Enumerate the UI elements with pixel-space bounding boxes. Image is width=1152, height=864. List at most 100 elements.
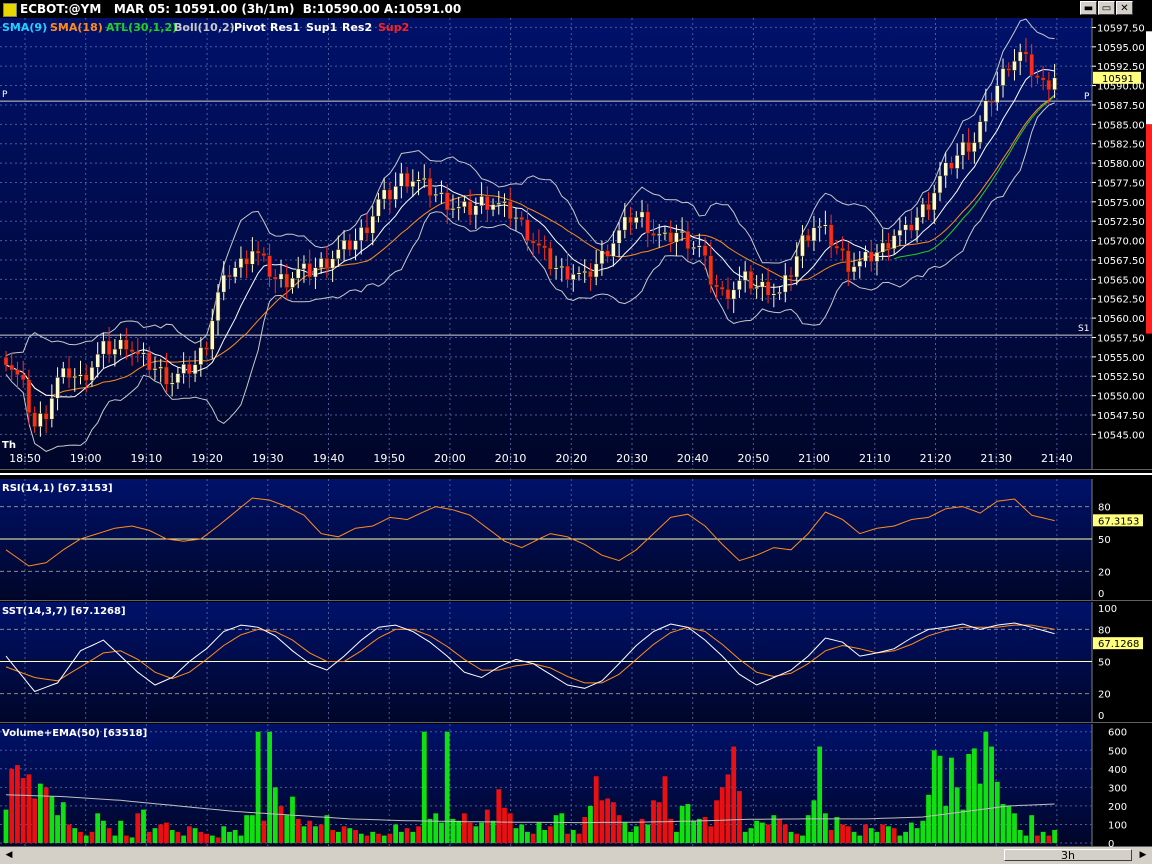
volume-bar [381, 835, 387, 843]
price-y-tick: 10592.50 [1097, 62, 1145, 73]
candle-body [536, 243, 542, 246]
candle-body [95, 353, 100, 368]
sst-legend: SST(14,3,7) [67.1268] [2, 606, 126, 617]
candle-body [754, 286, 759, 289]
price-x-tick: 21:10 [859, 452, 891, 465]
candle-body [364, 227, 370, 234]
candle-body [393, 186, 398, 200]
scroll-thumb[interactable]: 3h [1004, 849, 1132, 861]
volume-bar [456, 820, 462, 843]
candle-body [530, 240, 536, 244]
candle-body [622, 216, 628, 231]
volume-bar [588, 805, 593, 843]
volume-bar [410, 831, 416, 843]
candle-body [353, 240, 358, 251]
volume-bar [89, 831, 95, 843]
vol-y-tick: 200 [1108, 802, 1127, 813]
volume-bar [513, 828, 519, 843]
s1-label: S1 [1078, 324, 1089, 334]
volume-bar [559, 813, 565, 843]
volume-bar [507, 813, 513, 843]
volume-bar [78, 831, 83, 843]
candle-body [771, 293, 777, 296]
candle-body [857, 260, 863, 267]
candle-body [330, 258, 335, 269]
candle-body [731, 289, 736, 300]
candle-body [679, 231, 685, 234]
candle-body [880, 242, 885, 253]
candle-body [674, 232, 679, 243]
candle-body [479, 196, 484, 206]
rsi-y-tick: 80 [1098, 503, 1111, 514]
volume-bar [307, 820, 313, 843]
volume-bar [645, 824, 651, 843]
volume-bar [616, 815, 622, 843]
scroll-right-arrow-icon[interactable]: ▶ [1136, 849, 1150, 861]
volume-bar [536, 822, 542, 843]
candle-body [490, 204, 496, 211]
volume-bar [335, 831, 341, 843]
volume-bar [931, 750, 937, 843]
volume-bar [267, 731, 272, 843]
horizontal-scrollbar[interactable]: ◀ 3h ▶ [0, 847, 1152, 864]
minimize-button[interactable]: ▬ [1080, 1, 1097, 15]
close-button[interactable]: ✕ [1116, 1, 1133, 15]
volume-bar [502, 807, 507, 843]
volume-bar [9, 768, 15, 843]
price-x-tick: 19:30 [252, 452, 284, 465]
price-x-tick: 20:20 [555, 452, 587, 465]
candle-body [840, 248, 845, 251]
volume-bar [828, 830, 834, 843]
volume-bar [49, 796, 55, 843]
candle-body [525, 219, 530, 242]
volume-bar [272, 787, 278, 843]
volume-bar [473, 826, 479, 843]
candle-body [616, 229, 622, 244]
candle-body [106, 340, 112, 355]
restore-button[interactable]: ▭ [1098, 1, 1115, 15]
scroll-left-arrow-icon[interactable]: ◀ [2, 849, 16, 861]
candle-body [118, 339, 123, 350]
volume-bar [725, 774, 731, 843]
candle-body [129, 349, 135, 353]
price-y-tick: 10577.50 [1097, 178, 1145, 189]
candle-body [198, 347, 204, 365]
price-y-tick: 10580.00 [1097, 159, 1145, 170]
candle-body [576, 272, 582, 275]
candle-body [874, 251, 880, 262]
pivot-label-right: P [1084, 92, 1090, 102]
candle-body [932, 192, 937, 211]
candle-body [995, 85, 1000, 103]
volume-bar [582, 817, 588, 843]
vol-y-tick: 400 [1108, 765, 1127, 776]
candle-body [341, 239, 347, 250]
volume-bar [519, 824, 525, 843]
volume-bar [593, 776, 599, 843]
price-range-bar-lower [1146, 124, 1152, 334]
volume-bar [920, 820, 926, 843]
price-legend-item: Res2 [342, 21, 372, 34]
volume-bar [370, 831, 376, 843]
candle-body [387, 189, 393, 200]
volume-bar [169, 830, 175, 843]
candle-body [903, 224, 908, 231]
volume-bar [146, 831, 152, 843]
volume-bar [708, 826, 714, 843]
volume-bar [330, 830, 336, 843]
candle-body [1046, 79, 1052, 91]
candle-body [571, 274, 576, 280]
volume-bar [656, 802, 662, 843]
app-icon [3, 3, 17, 17]
candle-body [192, 364, 198, 375]
volume-bar [553, 815, 559, 843]
volume-bar [1000, 804, 1006, 843]
candle-body [977, 121, 983, 143]
vol-pane: 600 500 400 300 200 100 0 Volume+EMA(50) [63518… [0, 724, 1152, 847]
volume-bar [55, 815, 60, 843]
candle-body [290, 277, 295, 288]
volume-bar [966, 753, 972, 843]
candle-body [301, 263, 307, 270]
volume-bar [284, 815, 290, 843]
chart-area[interactable]: 18:50 19:00 19:10 19:20 19:30 19:40 19:50 20:00… [0, 18, 1152, 847]
volume-bar [479, 822, 484, 843]
